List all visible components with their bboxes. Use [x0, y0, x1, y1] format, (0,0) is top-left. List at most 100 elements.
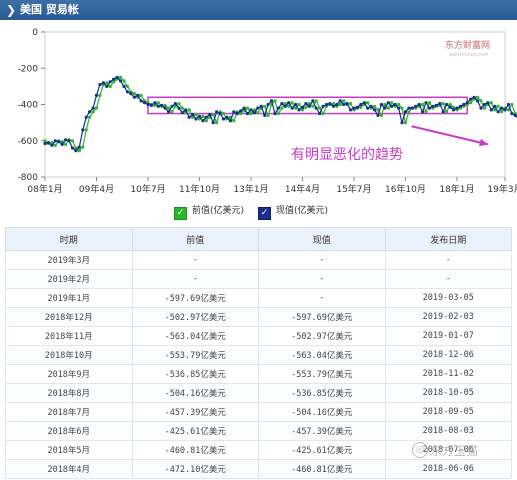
cell-period: 2018年12月 — [5, 307, 133, 327]
data-point — [386, 101, 390, 105]
data-point — [427, 101, 432, 105]
x-tick-label: 10年7月 — [130, 183, 165, 195]
data-point — [352, 106, 356, 110]
legend-curr[interactable]: ✓ 现值(亿美元) — [258, 204, 328, 220]
data-point — [53, 143, 57, 147]
data-point — [67, 139, 71, 143]
data-point — [314, 106, 318, 110]
col-header-period: 时期 — [5, 227, 133, 251]
data-point — [266, 113, 270, 117]
data-point — [194, 112, 198, 117]
cell-period: 2018年6月 — [5, 421, 133, 441]
data-point — [355, 105, 359, 109]
data-point — [139, 99, 143, 103]
cell-date: 2018-06-06 — [384, 459, 512, 479]
data-point — [469, 101, 473, 105]
data-point — [232, 119, 236, 123]
data-point — [486, 101, 490, 105]
cell-date: - — [384, 250, 512, 270]
data-point — [297, 102, 301, 107]
data-point — [421, 110, 425, 114]
data-point — [91, 110, 95, 114]
data-point — [74, 149, 78, 153]
data-point — [112, 77, 116, 81]
data-point — [60, 142, 64, 146]
data-point — [91, 106, 95, 110]
data-point — [64, 142, 68, 146]
data-point — [414, 104, 418, 108]
data-point — [215, 110, 219, 114]
x-tick-label: 14年4月 — [285, 183, 320, 195]
data-point — [342, 102, 346, 107]
y-tick-label: -200 — [18, 64, 39, 74]
trade-balance-chart: 东方财富网eastmoney.com 0 -200 -400 -600 -80008年1月… — [18, 28, 517, 195]
data-point — [335, 102, 339, 107]
cell-period: 2018年7月 — [5, 402, 133, 422]
table-row: 2019年3月 - - - — [5, 250, 512, 270]
data-point — [448, 105, 452, 109]
data-point — [177, 106, 181, 110]
data-point — [424, 110, 428, 114]
data-point — [294, 102, 298, 107]
data-point — [403, 110, 407, 114]
cell-prev: -536.85亿美元 — [131, 364, 259, 384]
data-point — [170, 104, 174, 108]
wechat-logo-icon: ◎ — [412, 442, 428, 458]
data-point — [510, 102, 514, 107]
data-point — [348, 108, 353, 112]
data-point — [143, 101, 147, 105]
data-point — [469, 97, 473, 101]
data-point — [366, 101, 370, 105]
data-point — [156, 101, 160, 105]
data-point — [342, 99, 346, 103]
data-point — [431, 104, 435, 108]
data-point — [276, 112, 280, 116]
checkbox-checked-icon[interactable]: ✓ — [258, 207, 271, 220]
data-point — [338, 102, 342, 107]
checkbox-checked-icon[interactable]: ✓ — [174, 207, 187, 220]
data-point — [46, 141, 51, 145]
data-point — [94, 93, 99, 97]
data-point — [160, 103, 164, 107]
data-point — [304, 102, 308, 106]
table-row: 2018年9月 -536.85亿美元 -553.79亿美元 2018-11-02 — [5, 364, 512, 384]
table-row: 2018年8月 -504.16亿美元 -536.85亿美元 2018-10-05 — [5, 383, 512, 403]
data-point — [390, 104, 394, 108]
cell-curr: - — [258, 269, 386, 289]
data-point — [304, 105, 308, 109]
data-point — [493, 104, 497, 108]
data-point — [125, 84, 129, 88]
data-point — [280, 102, 284, 106]
data-point — [263, 113, 267, 117]
data-point — [489, 101, 493, 105]
data-point — [403, 121, 407, 125]
data-point — [125, 90, 129, 94]
data-point — [383, 106, 387, 110]
cell-period: 2018年5月 — [5, 440, 133, 460]
data-point — [311, 104, 315, 108]
chart-watermark: 东方财富网 — [445, 39, 490, 51]
x-tick-label: 19年3月 — [487, 183, 517, 195]
cell-period: 2018年8月 — [5, 383, 133, 403]
data-point — [136, 93, 140, 97]
cell-curr: -563.04亿美元 — [258, 345, 386, 365]
legend-prev[interactable]: ✓ 前值(亿美元) — [174, 204, 244, 220]
data-point — [328, 102, 332, 106]
data-point — [397, 106, 401, 110]
data-point — [43, 141, 47, 146]
data-point — [390, 101, 394, 105]
data-point — [321, 104, 325, 108]
data-point — [239, 109, 243, 113]
data-point — [386, 106, 390, 110]
cell-period: 2018年9月 — [5, 364, 133, 384]
data-point — [410, 106, 414, 110]
data-point — [314, 99, 318, 103]
data-point — [482, 102, 486, 107]
data-point — [132, 95, 136, 99]
data-point — [252, 111, 256, 115]
cell-prev: -502.97亿美元 — [131, 307, 259, 327]
data-point — [118, 79, 123, 83]
data-point — [256, 111, 260, 115]
table-row: 2018年12月 -502.97亿美元 -597.69亿美元 2019-02-03 — [5, 307, 512, 327]
cell-prev: -425.61亿美元 — [131, 421, 259, 441]
